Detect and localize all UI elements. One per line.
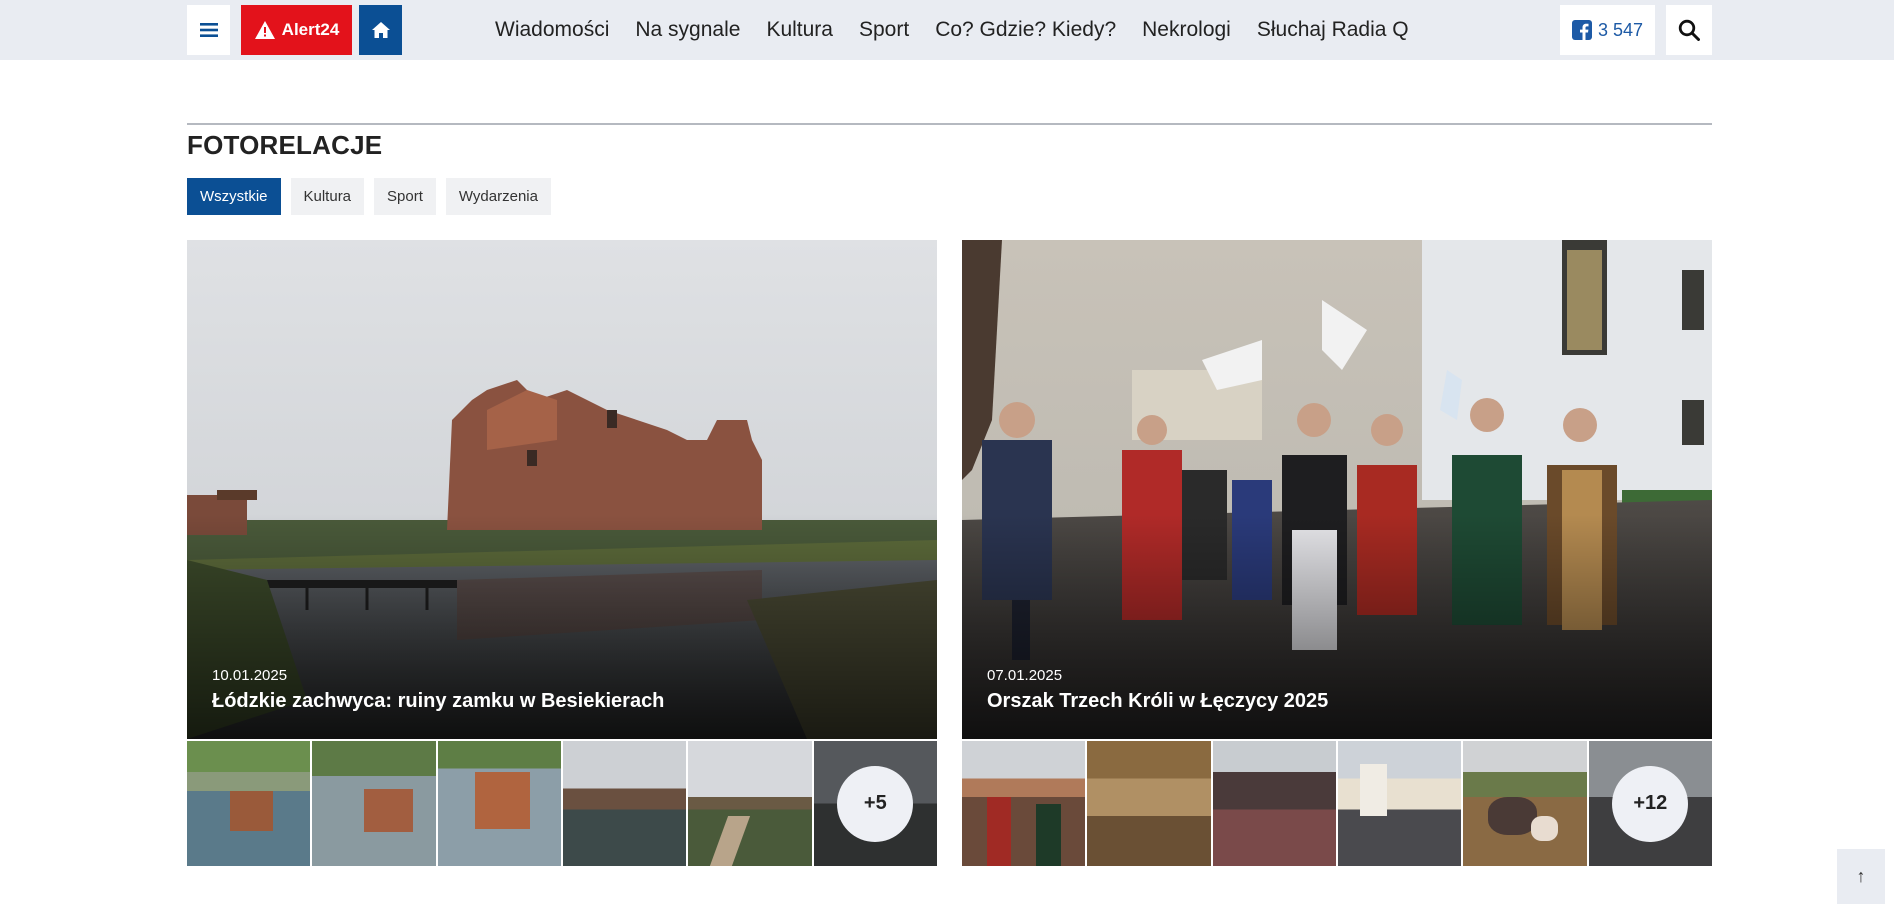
home-icon [371,22,390,38]
section-divider [187,123,1712,125]
gallery-hero-image[interactable]: 07.01.2025 Orszak Trzech Króli w Łęczycy… [962,240,1712,739]
gallery-date: 10.01.2025 [212,667,288,684]
nav-item-nekrologi[interactable]: Nekrologi [1142,18,1231,42]
filter-wszystkie[interactable]: Wszystkie [187,178,281,215]
gallery-thumbnail[interactable] [187,741,311,866]
nav-item-sport[interactable]: Sport [859,18,909,42]
nav-item-sluchaj-radia-q[interactable]: Słuchaj Radia Q [1257,18,1409,42]
gallery-thumbnail[interactable] [1337,741,1462,866]
gallery-thumbnail[interactable] [688,741,812,866]
warning-icon [254,21,275,39]
nav-item-co-gdzie-kiedy[interactable]: Co? Gdzie? Kiedy? [935,18,1116,42]
nav-item-wiadomosci[interactable]: Wiadomości [495,18,609,42]
category-filters: Wszystkie Kultura Sport Wydarzenia [187,178,551,215]
search-button[interactable] [1666,5,1712,55]
more-photos-count[interactable]: +12 [1612,765,1689,842]
gallery-title[interactable]: Orszak Trzech Króli w Łęczycy 2025 [987,690,1328,713]
section-title: FOTORELACJE [187,130,383,160]
menu-button[interactable] [187,5,230,55]
filter-wydarzenia[interactable]: Wydarzenia [445,178,551,215]
search-icon [1678,19,1700,41]
facebook-icon [1571,20,1592,40]
gallery-thumbnail[interactable] [562,741,687,866]
gallery-card: 07.01.2025 Orszak Trzech Króli w Łęczycy… [962,240,1712,866]
filter-sport[interactable]: Sport [374,178,436,215]
main-navigation: Wiadomości Na sygnale Kultura Sport Co? … [495,0,1409,60]
facebook-button[interactable]: 3 547 [1560,5,1655,55]
gallery-hero-image[interactable]: 10.01.2025 Łódzkie zachwyca: ruiny zamku… [187,240,937,739]
gallery-thumbnail[interactable] [1212,741,1336,866]
gallery-more-thumbnail[interactable]: +5 [813,741,937,866]
gallery-card: 10.01.2025 Łódzkie zachwyca: ruiny zamku… [187,240,937,866]
alert24-label: Alert24 [281,20,340,39]
procession-photo [962,240,1712,739]
scroll-to-top-button[interactable]: ↑ [1837,849,1885,904]
gallery-caption: 10.01.2025 Łódzkie zachwyca: ruiny zamku… [212,667,664,713]
facebook-count: 3 547 [1597,19,1644,40]
gallery-thumbnails: +5 [187,741,937,866]
filter-kultura[interactable]: Kultura [290,178,365,215]
gallery-more-thumbnail[interactable]: +12 [1588,741,1712,866]
home-button[interactable] [359,5,402,55]
gallery-thumbnail[interactable] [312,741,436,866]
arrow-up-icon: ↑ [1856,866,1866,886]
nav-item-na-sygnale[interactable]: Na sygnale [635,18,740,42]
gallery-thumbnail[interactable] [1463,741,1587,866]
gallery-thumbnails: +12 [962,741,1712,866]
alert24-button[interactable]: Alert24 [241,5,352,55]
gallery-title[interactable]: Łódzkie zachwyca: ruiny zamku w Besiekie… [212,690,664,713]
gallery-thumbnail[interactable] [1087,741,1211,866]
nav-item-kultura[interactable]: Kultura [766,18,833,42]
gallery-caption: 07.01.2025 Orszak Trzech Króli w Łęczycy… [987,667,1328,713]
gallery-thumbnail[interactable] [437,741,561,866]
hamburger-icon [199,23,218,37]
castle-ruins-photo [187,240,937,739]
more-photos-count[interactable]: +5 [837,765,914,842]
gallery-thumbnail[interactable] [962,741,1086,866]
top-navigation-bar: Alert24 Wiadomości Na sygnale Kultura Sp… [0,0,1894,60]
gallery-date: 07.01.2025 [987,667,1063,684]
